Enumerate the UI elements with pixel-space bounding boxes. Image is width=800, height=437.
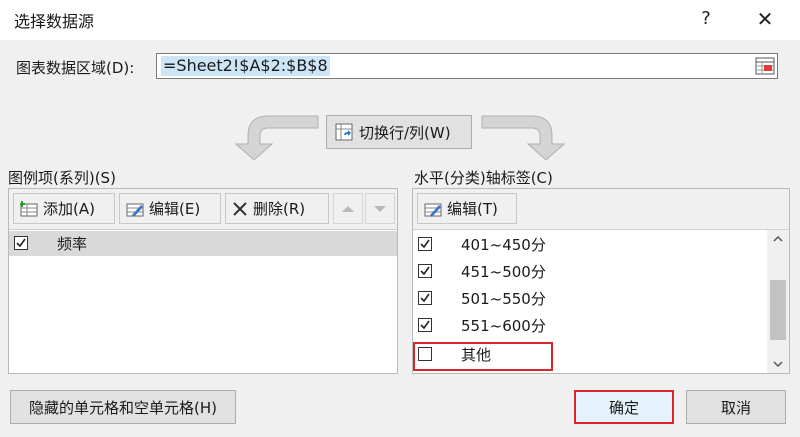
range-picker-icon[interactable] [755,57,775,75]
title-bar: 选择数据源 ? ✕ [0,0,800,40]
edit-series-label: 编辑(E) [149,200,201,218]
switch-row-column-button[interactable]: 切换行/列(W) [326,115,472,149]
axis-item-label: 401~450分 [461,236,546,254]
edit-axis-button[interactable]: 编辑(T) [417,193,517,224]
axis-item-label: 451~500分 [461,263,546,281]
right-curved-arrow-icon [481,115,566,161]
axis-item-label: 501~550分 [461,290,546,308]
edit-series-button[interactable]: 编辑(E) [119,193,221,224]
add-table-icon [20,200,38,216]
switch-row-column-label: 切换行/列(W) [359,123,451,142]
legend-section-label: 图例项(系列)(S) [8,169,116,187]
close-button[interactable]: ✕ [750,6,780,32]
ok-button[interactable]: 确定 [574,390,674,424]
axis-list-item[interactable]: 551~600分 [413,312,765,339]
legend-item-label: 频率 [57,235,88,253]
axis-item-checkbox[interactable] [418,291,432,305]
delete-series-button[interactable]: 删除(R) [225,193,329,224]
axis-section-label: 水平(分类)轴标签(C) [414,169,553,187]
axis-list-item[interactable]: 501~550分 [413,285,765,312]
axis-toolbar: 编辑(T) [413,189,789,230]
range-value: =Sheet2!$A$2:$B$8 [161,56,330,76]
add-series-label: 添加(A) [43,200,95,218]
scroll-down-button[interactable] [767,355,789,373]
chevron-up-icon [773,235,783,242]
help-button[interactable]: ? [693,6,719,32]
legend-panel: 添加(A) 编辑(E) 删除(R) 频率 [8,188,398,374]
move-up-button[interactable] [333,193,363,224]
axis-item-label: 551~600分 [461,317,546,335]
cancel-button[interactable]: 取消 [686,390,786,424]
checkmark-icon [420,239,430,249]
axis-list-item[interactable]: 451~500分 [413,258,765,285]
triangle-up-icon [342,205,354,212]
triangle-down-icon [374,205,386,212]
axis-labels-panel: 编辑(T) 401~450分 451~500分 501~550分 551~600… [412,188,790,374]
scroll-thumb[interactable] [770,280,786,340]
hidden-empty-cells-button[interactable]: 隐藏的单元格和空单元格(H) [10,390,236,424]
axis-list-scrollbar[interactable] [767,230,789,373]
add-series-button[interactable]: 添加(A) [13,193,115,224]
switch-row-column-icon [335,123,353,141]
axis-list-item[interactable]: 401~450分 [413,231,765,258]
checkmark-icon [420,266,430,276]
edit-table-icon [424,203,442,217]
range-input[interactable]: =Sheet2!$A$2:$B$8 [156,53,778,79]
axis-item-checkbox[interactable] [418,237,432,251]
highlight-box [413,342,553,371]
scroll-up-button[interactable] [767,230,789,248]
edit-axis-label: 编辑(T) [447,200,498,218]
legend-list-item[interactable]: 频率 [9,231,397,256]
checkmark-icon [420,293,430,303]
move-down-button[interactable] [365,193,395,224]
range-label: 图表数据区域(D): [16,59,135,77]
delete-x-icon [233,201,247,216]
checkmark-icon [420,320,430,330]
legend-item-checkbox[interactable] [14,236,28,250]
delete-series-label: 删除(R) [253,200,306,218]
checkmark-icon [16,238,26,248]
axis-item-checkbox[interactable] [418,318,432,332]
edit-table-icon [126,203,144,217]
legend-toolbar: 添加(A) 编辑(E) 删除(R) [9,189,397,230]
axis-item-checkbox[interactable] [418,264,432,278]
dialog-title: 选择数据源 [14,12,95,31]
left-curved-arrow-icon [234,115,319,161]
chevron-down-icon [773,361,783,368]
